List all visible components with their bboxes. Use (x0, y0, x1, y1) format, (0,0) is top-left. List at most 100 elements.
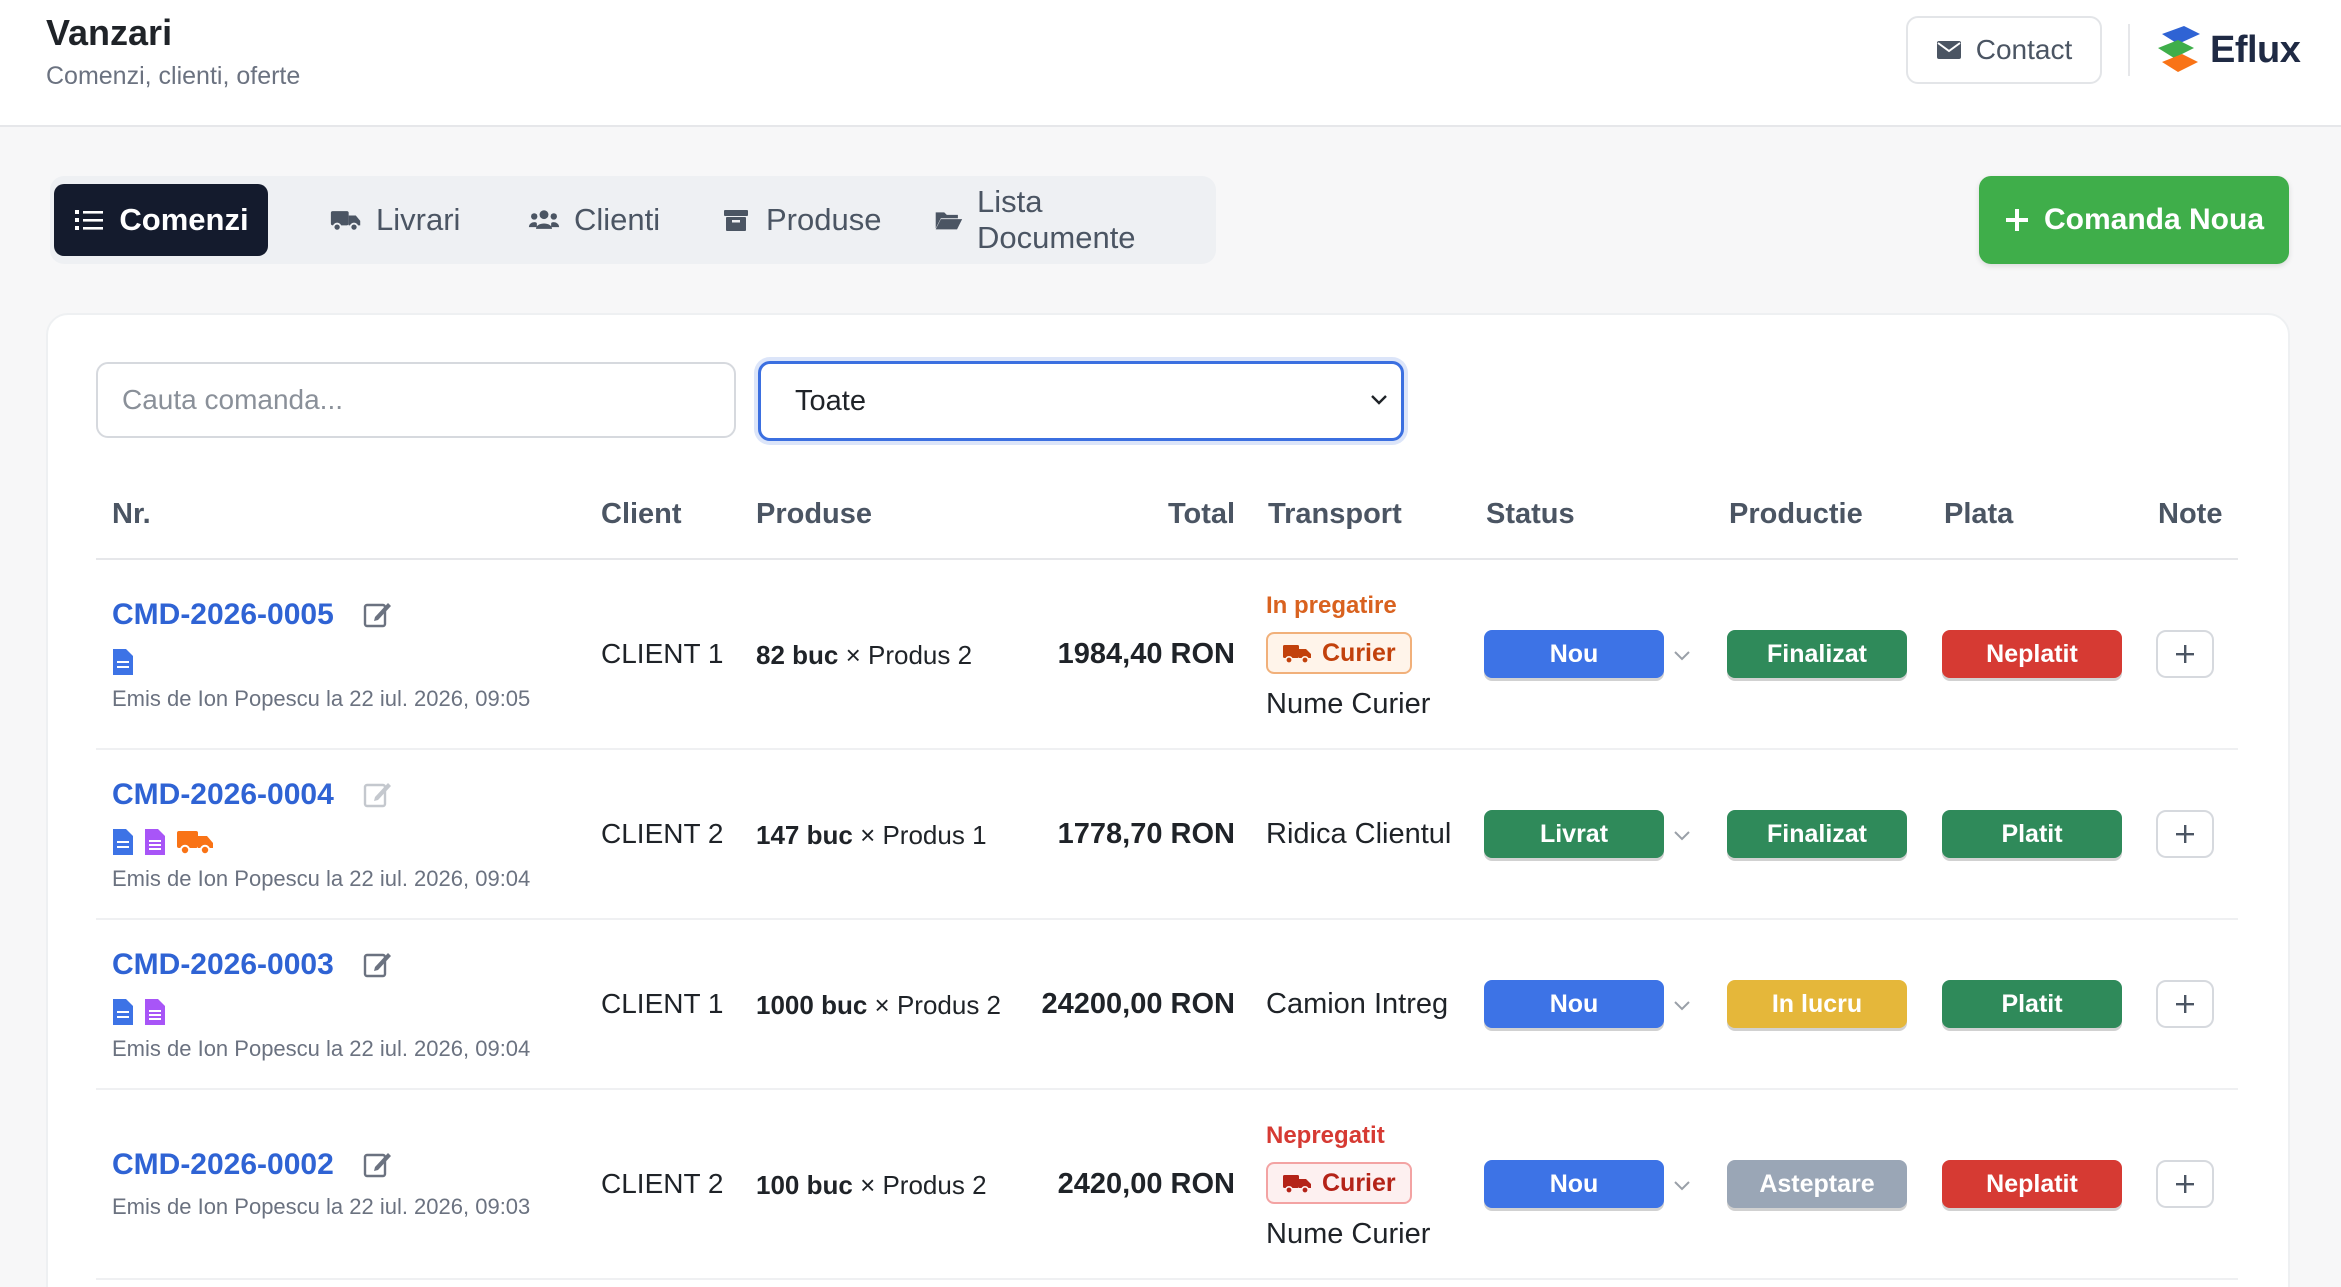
page-title: Vanzari (46, 12, 173, 53)
column-header-plata: Plata (1944, 498, 2014, 530)
add-note-button[interactable] (2156, 630, 2214, 678)
payment-badge[interactable]: Neplatit (1942, 630, 2122, 678)
order-issued-text: Emis de Ion Popescu la 22 iul. 2026, 09:… (112, 866, 531, 891)
edit-icon[interactable] (362, 599, 392, 629)
document-icon[interactable] (112, 998, 134, 1026)
tab-clienti[interactable]: Clienti (500, 184, 688, 256)
payment-badge[interactable]: Neplatit (1942, 1160, 2122, 1208)
row-divider (96, 1088, 2238, 1090)
truck-icon (330, 211, 361, 232)
courier-badge[interactable]: Curier (1266, 632, 1412, 674)
plus-icon (2176, 825, 2194, 843)
production-badge[interactable]: Finalizat (1727, 810, 1907, 858)
invoice-document-icon[interactable] (144, 998, 166, 1026)
order-number-link[interactable]: CMD-2026-0004 (112, 778, 334, 812)
edit-icon[interactable] (362, 949, 392, 979)
order-total: 24200,00 RON (1041, 988, 1235, 1020)
courier-name: Nume Curier (1266, 688, 1431, 720)
status-badge[interactable]: Nou (1484, 1160, 1664, 1208)
order-number-link[interactable]: CMD-2026-0002 (112, 1148, 334, 1182)
folder-open-icon (935, 212, 963, 230)
edit-icon[interactable] (362, 779, 392, 809)
tab-produse[interactable]: Produse (692, 184, 909, 256)
production-badge[interactable]: Finalizat (1727, 630, 1907, 678)
chevron-down-icon[interactable] (1673, 829, 1691, 841)
shipping-truck-icon (1283, 645, 1311, 664)
order-number-link[interactable]: CMD-2026-0003 (112, 948, 334, 982)
product-quantity: 82 buc (756, 640, 839, 670)
users-icon (528, 210, 560, 229)
transport-method: Ridica Clientul (1266, 818, 1452, 850)
chevron-down-icon[interactable] (1673, 649, 1691, 661)
column-header-produse: Produse (756, 498, 873, 530)
search-input[interactable] (96, 362, 736, 438)
payment-badge[interactable]: Platit (1942, 810, 2122, 858)
product-quantity: 100 buc (756, 1170, 853, 1200)
delivery-truck-icon[interactable] (176, 828, 214, 856)
courier-badge[interactable]: Curier (1266, 1162, 1412, 1204)
new-order-label: Comanda Noua (2043, 203, 2265, 236)
courier-badge-label: Curier (1322, 1168, 1396, 1197)
plus-icon (2176, 1175, 2194, 1193)
status-badge[interactable]: Nou (1484, 630, 1664, 678)
column-header-client: Client (601, 498, 682, 530)
order-issued-text: Emis de Ion Popescu la 22 iul. 2026, 09:… (112, 686, 531, 711)
tab-label: Comenzi (119, 202, 249, 237)
order-number-link[interactable]: CMD-2026-0005 (112, 598, 334, 632)
brand-logo[interactable]: Eflux (2154, 22, 2301, 78)
page-subtitle: Comenzi, clienti, oferte (46, 62, 301, 90)
order-total: 2420,00 RON (1057, 1168, 1235, 1200)
edit-icon[interactable] (362, 1149, 392, 1179)
row-divider (96, 918, 2238, 920)
column-header-transport: Transport (1268, 498, 1402, 530)
shipping-truck-icon (1283, 1175, 1311, 1194)
plus-icon (2176, 995, 2194, 1013)
invoice-document-icon[interactable] (144, 828, 166, 856)
status-filter-value: Toate (795, 384, 866, 417)
order-total: 1984,40 RON (1057, 638, 1235, 670)
tab-label: Clienti (574, 202, 661, 237)
add-note-button[interactable] (2156, 1160, 2214, 1208)
courier-name: Nume Curier (1266, 1218, 1431, 1250)
column-header-total: Total (1168, 498, 1236, 530)
product-quantity: 147 buc (756, 820, 853, 850)
order-client: CLIENT 2 (601, 818, 724, 849)
logo-text: Eflux (2210, 28, 2301, 71)
order-total: 1778,70 RON (1057, 818, 1235, 850)
document-icon[interactable] (112, 648, 134, 676)
contact-button-label: Contact (1975, 34, 2073, 65)
order-issued-text: Emis de Ion Popescu la 22 iul. 2026, 09:… (112, 1036, 531, 1061)
chevron-down-icon (1371, 395, 1387, 405)
list-icon (75, 210, 104, 230)
row-divider (96, 748, 2238, 750)
eflux-logo-icon (2158, 26, 2200, 72)
tab-comenzi[interactable]: Comenzi (54, 184, 268, 256)
main-tabs: Comenzi Livrari Clienti Produse Lista Do… (50, 176, 1216, 264)
status-filter-select[interactable]: Toate (758, 361, 1404, 441)
envelope-icon (1936, 41, 1961, 59)
tab-lista-documente[interactable]: Lista Documente (906, 184, 1216, 256)
order-issued-text: Emis de Ion Popescu la 22 iul. 2026, 09:… (112, 1194, 531, 1219)
add-note-button[interactable] (2156, 810, 2214, 858)
tab-label: Lista Documente (977, 184, 1136, 255)
status-badge[interactable]: Livrat (1484, 810, 1664, 858)
chevron-down-icon[interactable] (1673, 1179, 1691, 1191)
header-divider (2128, 24, 2130, 76)
production-badge[interactable]: Asteptare (1727, 1160, 1907, 1208)
document-icon[interactable] (112, 828, 134, 856)
new-order-button[interactable]: Comanda Noua (1979, 176, 2289, 264)
transport-state: In pregatire (1266, 592, 1397, 619)
order-client: CLIENT 1 (601, 638, 724, 669)
tab-livrari[interactable]: Livrari (302, 184, 488, 256)
contact-button[interactable]: Contact (1906, 16, 2102, 84)
order-client: CLIENT 1 (601, 988, 724, 1019)
production-badge[interactable]: In lucru (1727, 980, 1907, 1028)
chevron-down-icon[interactable] (1673, 999, 1691, 1011)
column-header-status: Status (1486, 498, 1575, 530)
column-header-nr: Nr. (112, 498, 151, 530)
status-badge[interactable]: Nou (1484, 980, 1664, 1028)
payment-badge[interactable]: Platit (1942, 980, 2122, 1028)
product-quantity: 1000 buc (756, 990, 868, 1020)
plus-icon (2005, 209, 2028, 231)
add-note-button[interactable] (2156, 980, 2214, 1028)
